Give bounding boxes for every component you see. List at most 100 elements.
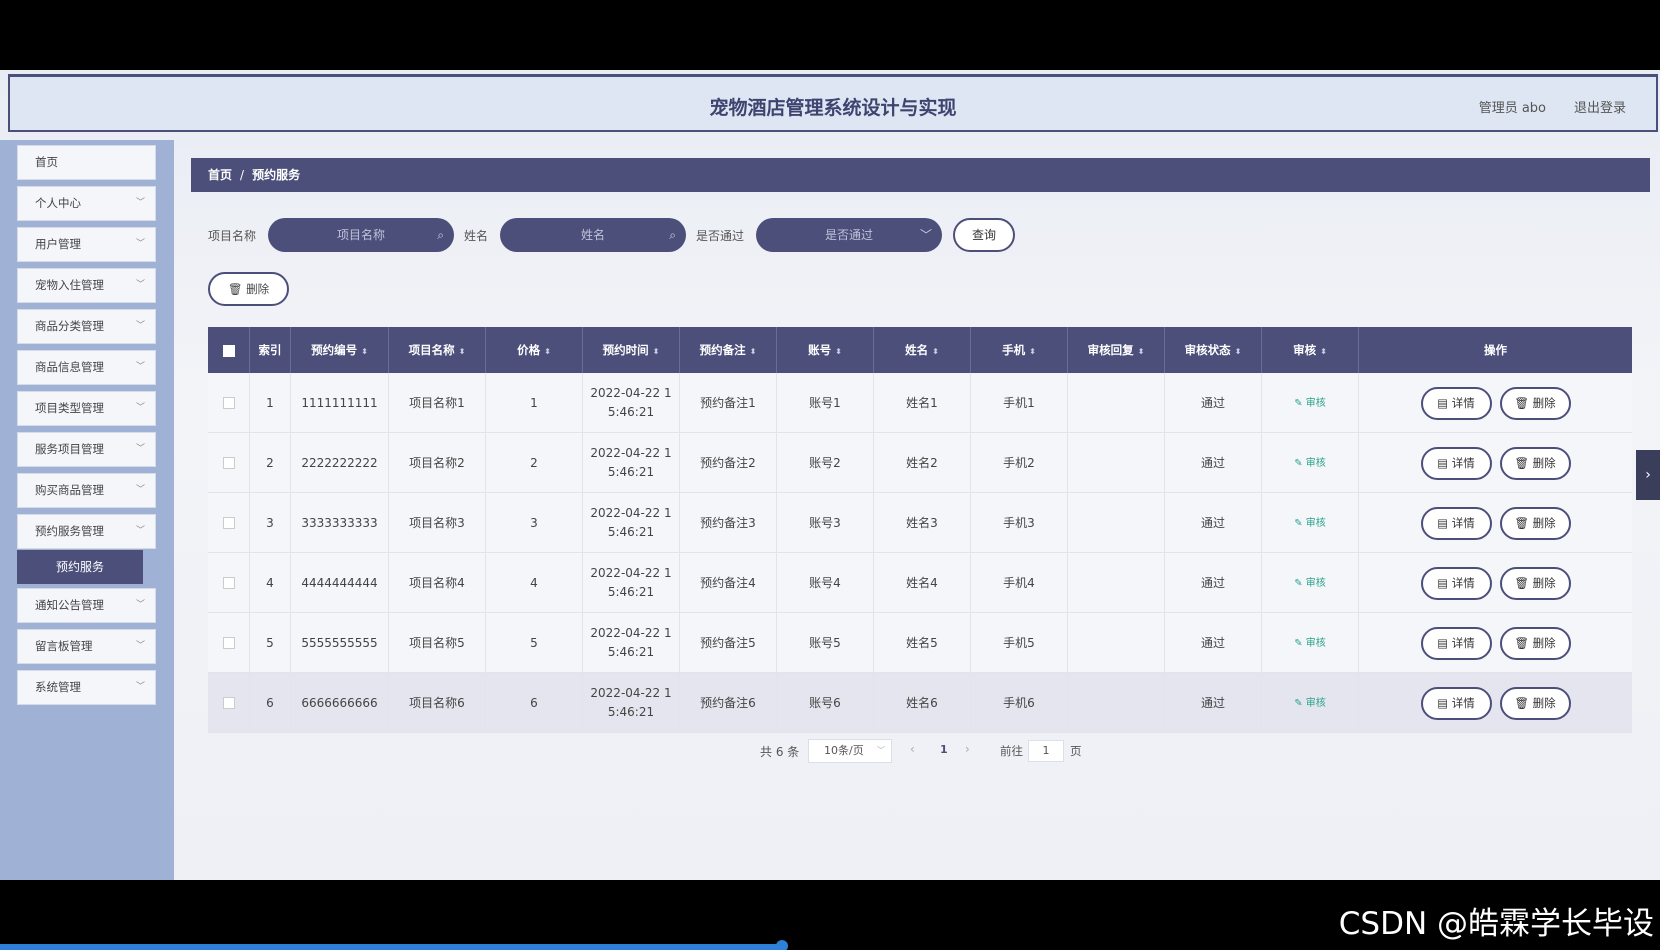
row-checkbox[interactable] [222,517,235,529]
sidebar-item-booking-service[interactable]: 预约服务管理 ﹀ [17,514,156,549]
sidebar-item-users[interactable]: 用户管理 ﹀ [17,227,156,262]
cell-price: 3 [486,493,583,553]
col-audit[interactable]: 审核 ⬍ [1262,327,1359,373]
chevron-down-icon: ﹀ [135,485,145,495]
chevron-down-icon: ﹀ [135,444,145,454]
audit-link[interactable]: ✎ 审核 [1294,574,1326,593]
delete-button[interactable]: 🗑 删除 [1499,386,1571,420]
col-code[interactable]: 预约编号 ⬍ [291,327,389,373]
sidebar-item-system[interactable]: 系统管理 ﹀ [17,670,156,705]
next-page-button[interactable]: › [965,742,970,756]
cell-actions: ▤ 详情 🗑 删除 [1359,613,1632,673]
table-row: 2 2222222222 项目名称2 2 2022-04-22 1 5:46:21 预约备注… [208,433,1632,493]
col-price[interactable]: 价格 ⬍ [486,327,583,373]
sidebar-item-product-info[interactable]: 商品信息管理 ﹀ [17,350,156,385]
chevron-down-icon: ﹀ [135,321,145,331]
row-checkbox[interactable] [222,457,235,469]
cell-index: 4 [250,553,291,613]
col-project[interactable]: 项目名称 ⬍ [389,327,486,373]
col-name[interactable]: 姓名 ⬍ [874,327,971,373]
audit-link[interactable]: ✎ 审核 [1294,514,1326,533]
edit-icon: ✎ [1294,397,1306,409]
row-checkbox[interactable] [222,577,235,589]
current-user: 管理员 abo [1478,101,1546,116]
row-checkbox[interactable] [222,637,235,649]
col-phone[interactable]: 手机 ⬍ [971,327,1068,373]
trash-icon: 🗑 [1514,575,1533,590]
delete-button[interactable]: 🗑 删除 [1499,566,1571,600]
audit-link[interactable]: ✎ 审核 [1294,694,1326,713]
delete-button[interactable]: 🗑 删除 [1499,626,1571,660]
document-icon: ▤ [1437,695,1452,710]
sidebar-item-label: 个人中心 [35,196,81,210]
name-input[interactable]: 姓名 ⌕ [500,218,686,252]
delete-button[interactable]: 🗑 删除 [1499,686,1571,720]
sidebar-item-pet-checkin[interactable]: 宠物入住管理 ﹀ [17,268,156,303]
detail-button[interactable]: ▤ 详情 [1420,386,1492,420]
sidebar-item-project-type[interactable]: 项目类型管理 ﹀ [17,391,156,426]
col-account[interactable]: 账号 ⬍ [777,327,874,373]
sidebar-item-service-project[interactable]: 服务项目管理 ﹀ [17,432,156,467]
col-status[interactable]: 审核状态 ⬍ [1165,327,1262,373]
sidebar-subitem-booking[interactable]: 预约服务 [17,550,143,584]
col-note[interactable]: 预约备注 ⬍ [680,327,777,373]
page-size-select[interactable]: 10条/页 ﹀ [808,739,892,763]
current-page[interactable]: 1 [940,743,948,756]
row-checkbox[interactable] [222,697,235,709]
cell-audit: ✎ 审核 [1262,373,1359,433]
cell-note: 预约备注1 [680,373,777,433]
passed-label: 是否通过 [696,229,745,243]
query-button[interactable]: 查询 [953,218,1015,252]
cell-status: 通过 [1165,613,1262,673]
delete-button[interactable]: 🗑 删除 [1499,506,1571,540]
cell-price: 5 [486,613,583,673]
goto-page-input[interactable]: 1 [1028,740,1064,762]
detail-button[interactable]: ▤ 详情 [1420,626,1492,660]
project-name-input[interactable]: 项目名称 ⌕ [268,218,454,252]
detail-button[interactable]: ▤ 详情 [1420,566,1492,600]
batch-delete-button[interactable]: 🗑 删除 [208,272,289,306]
chevron-right-icon[interactable]: › [1636,450,1660,500]
sort-icon: ⬍ [1320,347,1327,356]
cell-actions: ▤ 详情 🗑 删除 [1359,673,1632,733]
trash-icon: 🗑 [1514,515,1533,530]
sidebar-item-home[interactable]: 首页 [17,145,156,180]
cell-project: 项目名称3 [389,493,486,553]
row-select-cell [208,493,250,553]
cell-audit: ✎ 审核 [1262,673,1359,733]
detail-button[interactable]: ▤ 详情 [1420,686,1492,720]
sidebar-item-purchase[interactable]: 购买商品管理 ﹀ [17,473,156,508]
cell-audit: ✎ 审核 [1262,493,1359,553]
cell-audit: ✎ 审核 [1262,433,1359,493]
video-progress-bar[interactable] [0,944,782,950]
detail-button[interactable]: ▤ 详情 [1420,506,1492,540]
row-checkbox[interactable] [222,397,235,409]
sidebar-item-personal-center[interactable]: 个人中心 ﹀ [17,186,156,221]
audit-link[interactable]: ✎ 审核 [1294,454,1326,473]
breadcrumb-home[interactable]: 首页 [208,168,232,182]
detail-button[interactable]: ▤ 详情 [1420,446,1492,480]
sidebar-item-message-board[interactable]: 留言板管理 ﹀ [17,629,156,664]
select-all-checkbox[interactable] [222,344,235,357]
col-reply[interactable]: 审核回复 ⬍ [1068,327,1165,373]
prev-page-button[interactable]: ‹ [910,742,915,756]
delete-button[interactable]: 🗑 删除 [1499,446,1571,480]
page-unit-label: 页 [1070,744,1082,758]
row-select-cell [208,673,250,733]
audit-link[interactable]: ✎ 审核 [1294,634,1326,653]
video-progress-handle[interactable] [776,940,788,950]
logout-link[interactable]: 退出登录 [1574,97,1626,116]
sort-icon: ⬍ [749,347,757,356]
sidebar-item-label: 服务项目管理 [35,442,104,456]
select-all-cell[interactable] [208,327,250,373]
sidebar-item-label: 系统管理 [35,680,81,694]
edit-icon: ✎ [1294,637,1306,649]
cell-price: 2 [486,433,583,493]
audit-link[interactable]: ✎ 审核 [1294,394,1326,413]
sidebar-item-notice[interactable]: 通知公告管理 ﹀ [17,588,156,623]
total-count: 共 6 条 [760,745,800,759]
sidebar-item-product-category[interactable]: 商品分类管理 ﹀ [17,309,156,344]
col-time[interactable]: 预约时间 ⬍ [583,327,680,373]
passed-select[interactable]: 是否通过 ﹀ [756,218,942,252]
cell-name: 姓名3 [874,493,971,553]
